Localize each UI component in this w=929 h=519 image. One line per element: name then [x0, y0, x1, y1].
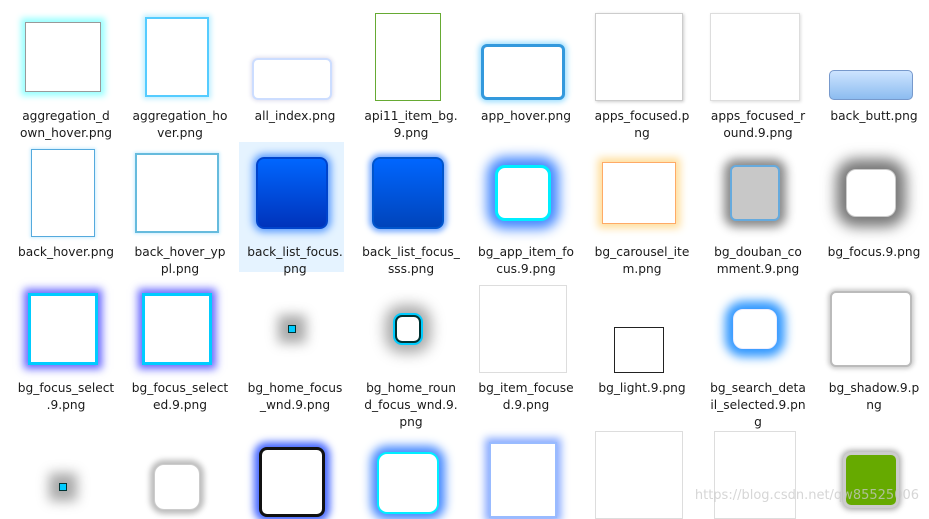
thumbnail[interactable] — [478, 420, 568, 518]
file-name-label: bg_app_item_fo cus.9.png — [478, 245, 574, 276]
image-thumbnail-icon — [481, 44, 565, 100]
image-thumbnail-icon — [614, 327, 664, 373]
thumbnail[interactable] — [478, 148, 568, 238]
image-thumbnail-icon — [829, 70, 913, 100]
image-thumbnail-icon — [259, 447, 325, 517]
thumbnail[interactable] — [363, 284, 453, 374]
thumbnail[interactable] — [247, 420, 337, 517]
image-thumbnail-icon — [252, 58, 332, 100]
image-thumbnail-icon — [830, 291, 912, 367]
thumbnail[interactable] — [710, 284, 800, 374]
thumbnail[interactable] — [18, 284, 108, 374]
thumbnail[interactable] — [594, 420, 684, 519]
thumbnail[interactable] — [594, 148, 684, 238]
thumbnail[interactable] — [132, 148, 222, 238]
file-name-label: aggregation_ho ver.png — [132, 109, 228, 140]
file-name-label: bg_light.9.png — [598, 381, 686, 395]
thumbnail[interactable] — [18, 420, 108, 510]
file-name-label: bg_focus_select ed.9.png — [131, 381, 229, 412]
thumbnail[interactable] — [478, 12, 568, 102]
image-thumbnail-icon — [142, 293, 212, 365]
file-name-label: bg_item_focuse d.9.png — [478, 381, 574, 412]
image-thumbnail-icon — [733, 309, 777, 349]
image-thumbnail-icon — [31, 149, 95, 237]
image-thumbnail-icon — [372, 157, 444, 229]
thumbnail[interactable] — [132, 12, 222, 102]
image-thumbnail-icon — [595, 431, 683, 519]
image-thumbnail-icon — [256, 157, 328, 229]
file-name-label: bg_douban_co mment.9.png — [714, 245, 802, 276]
thumbnail[interactable] — [710, 12, 800, 102]
file-name-label: back_hover_yp pl.png — [134, 245, 226, 276]
image-thumbnail-icon — [377, 452, 439, 514]
image-thumbnail-icon — [710, 13, 800, 101]
file-name-label: back_butt.png — [830, 109, 918, 123]
image-thumbnail-icon — [59, 483, 67, 491]
file-name-label: back_list_focus. png — [247, 245, 343, 276]
thumbnail[interactable] — [247, 284, 337, 374]
file-name-label: api11_item_bg. 9.png — [364, 109, 458, 140]
thumbnail[interactable] — [363, 420, 453, 514]
image-thumbnail-icon — [395, 315, 421, 343]
file-name-label: back_hover.png — [18, 245, 114, 259]
file-name-label: all_index.png — [254, 109, 336, 123]
image-thumbnail-icon — [730, 165, 780, 221]
image-thumbnail-icon — [288, 325, 296, 333]
file-name-label: bg_focus.9.png — [827, 245, 921, 259]
thumbnail[interactable] — [247, 148, 337, 238]
thumbnail[interactable] — [594, 284, 684, 374]
image-thumbnail-icon — [28, 293, 98, 365]
file-name-label: bg_home_focus _wnd.9.png — [247, 381, 343, 412]
watermark: https://blog.csdn.net/qw85525006 — [694, 488, 919, 503]
thumbnail[interactable] — [363, 12, 453, 102]
file-name-label: apps_focused.p ng — [594, 109, 690, 140]
image-thumbnail-icon — [489, 442, 557, 518]
image-thumbnail-icon — [145, 17, 209, 97]
file-name-label: app_hover.png — [481, 109, 571, 123]
thumbnail[interactable] — [826, 148, 916, 238]
file-name-label: bg_shadow.9.p ng — [828, 381, 920, 412]
thumbnail[interactable] — [826, 284, 916, 374]
image-thumbnail-icon — [846, 169, 896, 217]
image-thumbnail-icon — [495, 165, 551, 221]
thumbnail[interactable] — [710, 148, 800, 238]
image-thumbnail-icon — [714, 431, 796, 519]
thumbnail[interactable] — [826, 12, 916, 102]
thumbnail[interactable] — [594, 12, 684, 102]
file-name-label: bg_carousel_ite m.png — [594, 245, 690, 276]
image-thumbnail-icon — [602, 162, 676, 224]
thumbnail[interactable] — [247, 12, 337, 102]
file-name-label: aggregation_d own_hover.png — [19, 109, 113, 140]
image-thumbnail-icon — [25, 22, 101, 92]
thumbnail[interactable] — [18, 148, 108, 238]
image-thumbnail-icon — [375, 13, 441, 101]
image-thumbnail-icon — [479, 285, 567, 373]
image-thumbnail-icon — [595, 13, 683, 101]
thumbnail[interactable] — [478, 284, 568, 374]
image-thumbnail-icon — [135, 153, 219, 233]
thumbnail[interactable] — [18, 12, 108, 102]
thumbnail[interactable] — [132, 420, 222, 510]
file-name-label: bg_focus_select .9.png — [17, 381, 115, 412]
thumbnail[interactable] — [363, 148, 453, 238]
file-name-label: back_list_focus_ sss.png — [362, 245, 460, 276]
thumbnail[interactable] — [132, 284, 222, 374]
image-thumbnail-icon — [154, 464, 200, 510]
file-name-label: apps_focused_r ound.9.png — [710, 109, 806, 140]
